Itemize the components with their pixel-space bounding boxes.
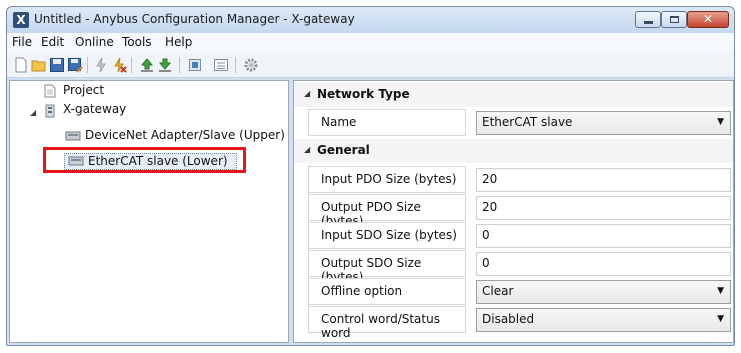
project-document-icon <box>44 84 56 98</box>
dropdown-arrow-icon[interactable]: ▼ <box>717 314 724 324</box>
minimize-button[interactable] <box>635 11 661 28</box>
upload-icon[interactable] <box>139 57 155 73</box>
list-icon[interactable] <box>213 57 229 73</box>
property-name: Input SDO Size (bytes) <box>308 222 466 249</box>
disconnect-icon[interactable] <box>111 57 127 73</box>
menu-file[interactable]: File <box>12 35 32 49</box>
input-sdo-size-field[interactable]: 0 <box>476 224 731 248</box>
property-row: Offline option Clear ▼ <box>294 278 733 306</box>
highlight-annotation <box>43 147 246 173</box>
property-row: Input PDO Size (bytes) 20 <box>294 166 733 194</box>
settings-gear-icon[interactable] <box>243 57 259 73</box>
menu-tools[interactable]: Tools <box>122 35 152 49</box>
property-row: Name EtherCAT slave ▼ <box>294 109 733 137</box>
connect-icon[interactable] <box>93 57 109 73</box>
property-value: EtherCAT slave <box>482 115 573 129</box>
menu-help[interactable]: Help <box>165 35 192 49</box>
project-tree: Project ◢ X-gateway DeviceNet Adapter/Sl… <box>9 80 289 343</box>
app-window: X Untitled - Anybus Configuration Manage… <box>6 6 735 346</box>
dropdown-arrow-icon[interactable]: ▼ <box>717 117 724 127</box>
property-name: Output SDO Size (bytes) <box>308 250 466 284</box>
tree-item-devicenet[interactable]: DeviceNet Adapter/Slave (Upper) <box>85 128 285 142</box>
property-value: Clear <box>482 284 514 298</box>
dropdown-arrow-icon[interactable]: ▼ <box>717 286 724 296</box>
tree-item-project[interactable]: Project <box>63 83 104 97</box>
menu-online[interactable]: Online <box>75 35 114 49</box>
expand-collapse-icon[interactable]: ◢ <box>30 108 36 117</box>
category-label: General <box>317 143 370 157</box>
control-status-word-dropdown[interactable]: Disabled ▼ <box>476 308 731 332</box>
save-icon[interactable] <box>49 57 65 73</box>
input-pdo-size-field[interactable]: 20 <box>476 168 731 192</box>
toolbar-separator <box>87 57 88 73</box>
output-pdo-size-field[interactable]: 20 <box>476 196 731 220</box>
category-network-type[interactable]: ◢ Network Type <box>294 83 733 107</box>
toolbar <box>7 53 734 78</box>
maximize-icon <box>670 16 679 23</box>
category-label: Network Type <box>317 87 410 101</box>
app-icon: X <box>13 12 29 28</box>
menu-edit[interactable]: Edit <box>41 35 64 49</box>
property-value: Disabled <box>482 312 535 326</box>
toolbar-separator <box>131 57 132 73</box>
close-icon: ✕ <box>702 12 714 26</box>
toolbar-separator <box>235 57 236 73</box>
property-row: Output PDO Size (bytes) 20 <box>294 194 733 228</box>
name-dropdown[interactable]: EtherCAT slave ▼ <box>476 111 731 135</box>
collapse-icon[interactable]: ◢ <box>304 145 310 154</box>
maximize-button[interactable] <box>661 11 687 28</box>
title-bar[interactable]: X Untitled - Anybus Configuration Manage… <box>7 7 734 33</box>
save-as-icon[interactable] <box>67 57 83 73</box>
open-folder-icon[interactable] <box>31 57 47 73</box>
output-sdo-size-field[interactable]: 0 <box>476 252 731 276</box>
tree-item-x-gateway[interactable]: X-gateway <box>63 102 126 116</box>
collapse-icon[interactable]: ◢ <box>304 89 310 98</box>
property-row: Input SDO Size (bytes) 0 <box>294 222 733 250</box>
download-icon[interactable] <box>157 57 173 73</box>
menu-bar: File Edit Online Tools Help <box>7 33 734 54</box>
property-name: Output PDO Size (bytes) <box>308 194 466 228</box>
window-title: Untitled - Anybus Configuration Manager … <box>34 12 355 26</box>
new-document-icon[interactable] <box>13 57 29 73</box>
property-name: Name <box>308 109 466 136</box>
property-name: Input PDO Size (bytes) <box>308 166 466 193</box>
property-name: Control word/Status word <box>308 306 466 340</box>
category-general[interactable]: ◢ General <box>294 139 733 163</box>
network-module-icon <box>65 131 81 141</box>
module-icon[interactable] <box>187 57 203 73</box>
close-button[interactable]: ✕ <box>687 11 729 28</box>
minimize-icon <box>644 21 653 24</box>
offline-option-dropdown[interactable]: Clear ▼ <box>476 280 731 304</box>
property-row: Control word/Status word Disabled ▼ <box>294 306 733 340</box>
gateway-device-icon <box>45 104 55 118</box>
property-grid: ◢ Network Type Name EtherCAT slave ▼ ◢ G… <box>293 80 734 343</box>
property-row: Output SDO Size (bytes) 0 <box>294 250 733 284</box>
toolbar-separator <box>179 57 180 73</box>
property-name: Offline option <box>308 278 466 305</box>
